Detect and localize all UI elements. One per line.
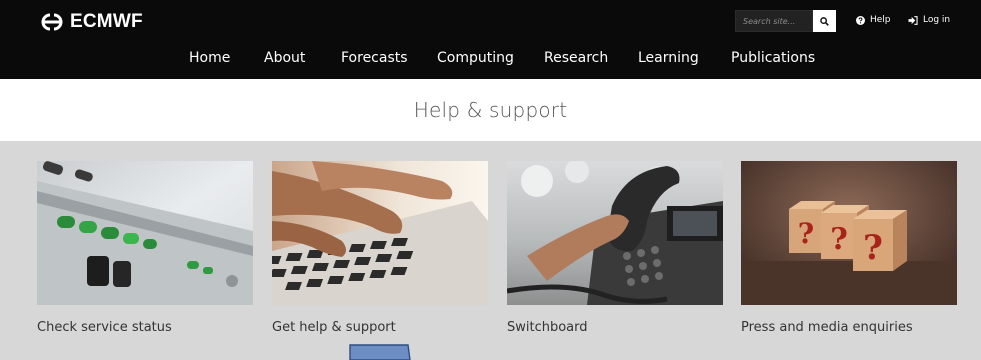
hand-on-office-telephone-photo [507, 161, 723, 305]
question-circle-icon [856, 15, 865, 25]
title-band: Help & support [0, 79, 981, 141]
pointer-cursor-overlay [349, 344, 411, 360]
card-get-help-support[interactable]: Get help & support [272, 161, 488, 336]
site-search [735, 10, 836, 32]
card-label: Get help & support [272, 320, 396, 335]
search-button[interactable] [813, 10, 836, 32]
svg-text:?: ? [863, 228, 883, 268]
control-panel-switches-photo [37, 161, 253, 305]
card-label: Check service status [37, 320, 172, 335]
page-title: Help & support [413, 98, 568, 122]
card-label: Press and media enquiries [741, 320, 913, 335]
help-label: Help [870, 15, 891, 25]
nav-item-publications[interactable]: Publications [731, 47, 815, 69]
wooden-question-mark-blocks-photo: ? ? ? [741, 161, 957, 305]
logo-text: ECMWF [70, 11, 143, 32]
nav-item-research[interactable]: Research [544, 47, 608, 69]
nav-item-forecasts[interactable]: Forecasts [341, 47, 408, 69]
ecmwf-logo-icon [41, 13, 63, 31]
nav-item-learning[interactable]: Learning [638, 47, 699, 69]
svg-text:?: ? [798, 217, 814, 250]
svg-text:?: ? [830, 222, 848, 257]
card-switchboard[interactable]: Switchboard [507, 161, 723, 336]
help-link[interactable]: Help [856, 15, 891, 25]
hands-typing-keyboard-photo [272, 161, 488, 305]
card-press-media-enquiries[interactable]: ? ? ? Press and media enquiries [741, 161, 957, 336]
search-icon [820, 16, 829, 26]
main-nav: Home About Forecasts Computing Research … [0, 47, 981, 69]
login-link[interactable]: Log in [908, 15, 950, 25]
nav-item-computing[interactable]: Computing [437, 47, 514, 69]
card-check-service-status[interactable]: Check service status [37, 161, 253, 336]
sign-in-icon [908, 15, 918, 25]
card-label: Switchboard [507, 320, 588, 335]
ecmwf-logo-link[interactable]: ECMWF [37, 11, 143, 33]
nav-item-about[interactable]: About [264, 47, 305, 69]
login-label: Log in [923, 15, 951, 25]
site-header: ECMWF Help Log in Ho [0, 0, 981, 79]
search-input[interactable] [735, 10, 813, 32]
nav-item-home[interactable]: Home [189, 47, 230, 69]
support-cards: Check service status Get help & support … [0, 141, 981, 360]
